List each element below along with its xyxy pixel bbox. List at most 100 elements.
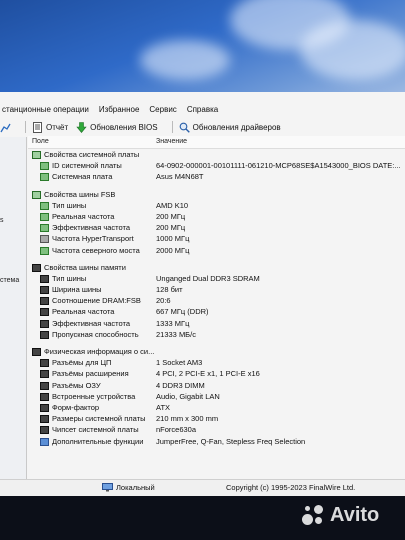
row-label: Соотношение DRAM:FSB (52, 296, 141, 306)
table-row[interactable]: Реальная частота 200 МГц (28, 212, 405, 223)
row-value: 1333 МГц (156, 318, 190, 328)
table-row[interactable]: Тип шины AMD K10 (28, 201, 405, 212)
property-icon (40, 415, 49, 424)
table-row[interactable]: Размеры системной платы 210 mm x 300 mm (28, 414, 405, 425)
group-header-row[interactable]: Свойства системной платы (28, 150, 405, 161)
row-label: Чипсет системной платы (52, 425, 139, 435)
column-field[interactable]: Поле (32, 138, 49, 145)
property-icon (40, 359, 49, 368)
property-icon (40, 308, 49, 317)
menu-item-favorites[interactable]: Избранное (99, 105, 140, 114)
row-label: Ширина шины (52, 285, 102, 295)
table-row[interactable]: Частота HyperTransport 1000 МГц (28, 234, 405, 245)
table-row[interactable]: Эффективная частота 200 МГц (28, 223, 405, 234)
row-label: Пропускная способность (52, 329, 139, 339)
table-row[interactable]: Частота северного моста 2000 МГц (28, 246, 405, 257)
chart-button[interactable] (0, 122, 11, 133)
table-row[interactable]: Дополнительные функции JumperFree, Q-Fan,… (28, 437, 405, 448)
column-value[interactable]: Значение (156, 138, 187, 145)
table-row[interactable]: Эффективная частота 1333 МГц (28, 319, 405, 330)
table-row[interactable]: Разъёмы ОЗУ 4 DDR3 DIMM (28, 381, 405, 392)
group-icon (32, 151, 41, 159)
row-value: 20:6 (156, 296, 171, 306)
row-label: Свойства шины памяти (44, 262, 126, 272)
table-row[interactable]: Чипсет системной платы nForce630a (28, 425, 405, 436)
row-value: 1 Socket AM3 (156, 358, 203, 368)
bios-updates-button[interactable]: Обновления BIOS (76, 121, 158, 133)
toolbar: Отчёт Обновления BIOS Обновления драйвер… (0, 118, 405, 136)
search-icon (179, 122, 190, 133)
row-label: Реальная частота (52, 307, 115, 317)
table-row[interactable]: Пропускная способность 21333 МБ/с (28, 330, 405, 341)
table-row[interactable]: Встроенные устройства Audio, Gigabit LAN (28, 392, 405, 403)
table-row[interactable]: Реальная частота 667 МГц (DDR) (28, 307, 405, 318)
bios-updates-label: Обновления BIOS (90, 122, 158, 132)
property-icon (40, 392, 49, 401)
download-arrow-icon (76, 121, 87, 133)
tree-item[interactable]: стема (0, 277, 19, 284)
status-bar: Локальный Copyright (c) 1995-2023 FinalW… (0, 479, 405, 496)
row-label: Разъёмы для ЦП (52, 358, 112, 368)
table-row[interactable]: ID системной платы 64-0902-000001-0010111… (28, 161, 405, 172)
row-label: Размеры системной платы (52, 414, 146, 424)
navigation-tree[interactable]: s стема (0, 137, 27, 496)
toolbar-separator (171, 121, 173, 133)
toolbar-separator (25, 121, 26, 133)
row-value: 2000 МГц (156, 245, 190, 255)
tree-item[interactable]: s (0, 217, 4, 224)
row-label: Физическая информация о си... (44, 347, 155, 356)
table-row[interactable]: Ширина шины 128 бит (28, 285, 405, 296)
menu-item-help[interactable]: Справка (187, 105, 218, 114)
property-icon (40, 224, 49, 233)
menu-item-operations[interactable]: станционные операции (2, 105, 89, 114)
row-label: ID системной платы (52, 161, 122, 171)
property-icon (40, 437, 49, 446)
property-icon (40, 162, 49, 171)
status-copyright: Copyright (c) 1995-2023 FinalWire Ltd. (226, 483, 356, 492)
avito-watermark: Avito (300, 502, 379, 528)
monitor-icon (102, 483, 113, 492)
row-label: Встроенные устройства (52, 391, 136, 401)
chart-icon (0, 123, 11, 132)
table-row[interactable]: Системная плата Asus M4N68T (28, 172, 405, 183)
table-row[interactable]: Соотношение DRAM:FSB 20:6 (28, 296, 405, 307)
report-button[interactable]: Отчёт (32, 121, 69, 133)
row-label: Системная плата (52, 172, 113, 182)
report-icon (33, 121, 42, 133)
row-label: Свойства шины FSB (44, 189, 116, 199)
menu-item-service[interactable]: Сервис (149, 105, 176, 114)
group-header-row[interactable]: Свойства шины памяти (28, 263, 405, 274)
property-icon (40, 235, 49, 244)
property-icon (40, 319, 49, 328)
driver-updates-label: Обновления драйверов (192, 122, 281, 132)
row-label: Частота HyperTransport (52, 234, 134, 244)
row-value: 64-0902-000001-00101111-061210-MCP68SE$A… (156, 161, 401, 171)
row-label: Тип шины (52, 200, 87, 210)
row-value: 128 бит (156, 285, 183, 295)
table-row[interactable]: Тип шины Unganged Dual DDR3 SDRAM (28, 274, 405, 285)
row-value: 1000 МГц (156, 234, 190, 244)
property-icon (40, 370, 49, 379)
menu-bar: станционные операции Избранное Сервис Сп… (0, 102, 405, 116)
table-row[interactable]: Разъёмы для ЦП 1 Socket AM3 (28, 358, 405, 369)
aida64-window: станционные операции Избранное Сервис Сп… (0, 92, 405, 496)
property-icon (40, 403, 49, 412)
row-label: Разъёмы ОЗУ (52, 380, 101, 390)
group-header-row[interactable]: Свойства шины FSB (28, 190, 405, 201)
row-value: AMD K10 (156, 200, 189, 210)
report-label: Отчёт (46, 122, 69, 132)
group-header-row[interactable]: Физическая информация о си... (28, 347, 405, 358)
property-icon (40, 330, 49, 339)
row-label: Частота северного моста (52, 245, 140, 255)
desktop-wallpaper (0, 0, 405, 92)
property-icon (40, 286, 49, 295)
table-row[interactable]: Форм-фактор ATX (28, 403, 405, 414)
property-icon (40, 381, 49, 390)
table-row[interactable]: Разъёмы расширения 4 PCI, 2 PCI-E x1, 1 P… (28, 369, 405, 380)
property-icon (40, 297, 49, 306)
driver-updates-button[interactable]: Обновления драйверов (179, 122, 281, 133)
property-icon (40, 173, 49, 182)
row-label: Эффективная частота (52, 223, 131, 233)
property-icon (40, 246, 49, 255)
row-value: Audio, Gigabit LAN (156, 391, 220, 401)
